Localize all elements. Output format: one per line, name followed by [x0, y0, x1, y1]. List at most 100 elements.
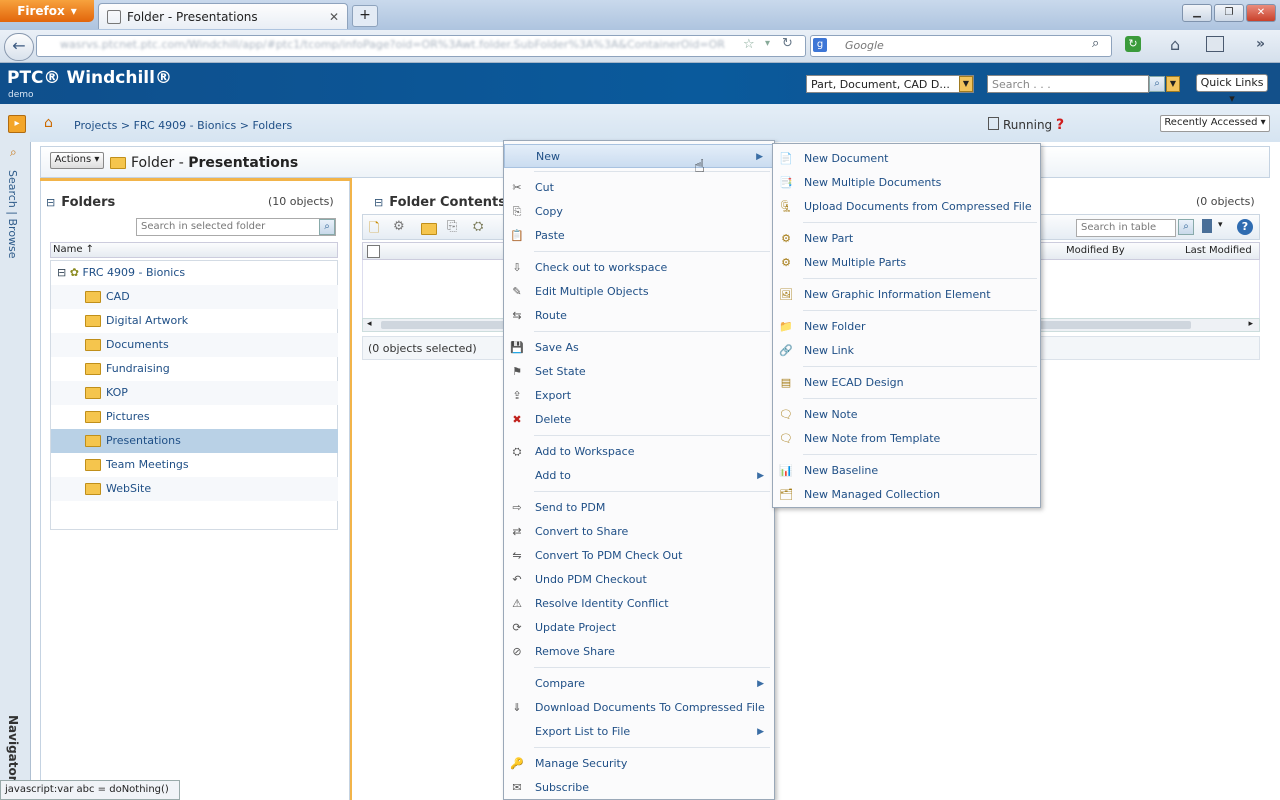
menu-item-manage-security[interactable]: 🔑 Manage Security [504, 752, 774, 776]
header-search-icon[interactable]: ⌕ [1149, 76, 1165, 92]
new-document-icon[interactable]: 🗋 [369, 219, 379, 241]
menu-item-new[interactable]: New ▶ [504, 144, 774, 168]
submenu-item-new-multiple-parts[interactable]: ⚙ New Multiple Parts [773, 251, 1040, 275]
sync-addon-icon[interactable]: ↻ [1125, 36, 1141, 52]
submenu-item-new-managed-collection[interactable]: 🗂 New Managed Collection [773, 483, 1040, 507]
close-window-button[interactable]: ✕ [1246, 4, 1276, 22]
reload-icon[interactable]: ↻ [782, 36, 793, 51]
tree-folder-item[interactable]: Fundraising [51, 357, 338, 381]
table-view-icon[interactable] [1202, 219, 1212, 233]
home-icon[interactable]: ⌂ [1170, 35, 1180, 54]
table-help-icon[interactable]: ? [1237, 219, 1253, 235]
submenu-item-new-note-from-template[interactable]: 🗨 New Note from Template [773, 427, 1040, 451]
menu-item-convert-to-share[interactable]: ⇄ Convert to Share [504, 520, 774, 544]
folder-search-icon[interactable]: ⌕ [319, 219, 335, 235]
bookmarks-icon[interactable] [1206, 36, 1224, 52]
tree-folder-item[interactable]: CAD [51, 285, 338, 309]
tree-folder-item[interactable]: Documents [51, 333, 338, 357]
actions-menu-button[interactable]: Actions ▾ [50, 152, 104, 169]
menu-item-compare[interactable]: Compare ▶ [504, 672, 774, 696]
new-tab-button[interactable]: + [352, 5, 378, 27]
copy-icon[interactable]: ⎘ [447, 219, 457, 234]
close-tab-icon[interactable]: ✕ [329, 10, 339, 24]
search-icon[interactable]: ⌕ [1092, 36, 1099, 51]
submenu-item-new-part[interactable]: ⚙ New Part [773, 227, 1040, 251]
column-modified-by[interactable]: Modified By [1066, 245, 1125, 256]
tree-folder-item[interactable]: Presentations [51, 429, 338, 453]
menu-item-route[interactable]: ⇆ Route [504, 304, 774, 328]
running-status[interactable]: Running ? [988, 117, 1064, 133]
menu-more-icon[interactable]: » [1256, 36, 1265, 52]
minimize-button[interactable]: ▁ [1182, 4, 1212, 22]
submenu-item-new-document[interactable]: 📄 New Document [773, 147, 1040, 171]
help-icon[interactable]: ? [1056, 117, 1064, 133]
menu-item-add-to[interactable]: Add to ▶ [504, 464, 774, 488]
menu-item-export-list-to-file[interactable]: Export List to File ▶ [504, 720, 774, 744]
table-view-dropdown-icon[interactable]: ▾ [1218, 220, 1223, 230]
submenu-item-new-ecad-design[interactable]: ▤ New ECAD Design [773, 371, 1040, 395]
submenu-item-new-note[interactable]: 🗨 New Note [773, 403, 1040, 427]
menu-item-remove-share[interactable]: ⊘ Remove Share [504, 640, 774, 664]
menu-item-copy[interactable]: ⎘ Copy [504, 200, 774, 224]
submenu-item-new-graphic-information-element[interactable]: 🖼 New Graphic Information Element [773, 283, 1040, 307]
breadcrumb[interactable]: Projects > FRC 4909 - Bionics > Folders [74, 119, 292, 132]
tree-column-header[interactable]: Name ↑ [50, 242, 338, 258]
firefox-menu-button[interactable]: Firefox ▾ [0, 0, 94, 22]
new-part-icon[interactable]: ⚙ [393, 219, 405, 234]
table-search-icon[interactable]: ⌕ [1178, 219, 1194, 235]
tree-folder-item[interactable]: Digital Artwork [51, 309, 338, 333]
tree-folder-item[interactable]: WebSite [51, 477, 338, 501]
scroll-right-icon[interactable]: ▸ [1248, 319, 1253, 329]
back-button[interactable]: ← [4, 33, 34, 61]
history-dropdown-icon[interactable]: ▾ [765, 38, 770, 49]
search-type-select[interactable]: Part, Document, CAD D... [806, 75, 974, 93]
folders-heading[interactable]: Folders [60, 195, 115, 210]
submenu-item-new-link[interactable]: 🔗 New Link [773, 339, 1040, 363]
submenu-item-upload-documents-from-compressed-file[interactable]: 🗜 Upload Documents from Compressed File [773, 195, 1040, 219]
menu-item-undo-pdm-checkout[interactable]: ↶ Undo PDM Checkout [504, 568, 774, 592]
menu-item-set-state[interactable]: ⚑ Set State [504, 360, 774, 384]
menu-item-export[interactable]: ⇪ Export [504, 384, 774, 408]
header-search-dropdown-icon[interactable]: ▼ [1166, 76, 1180, 92]
tree-folder-item[interactable]: Team Meetings [51, 453, 338, 477]
quick-links-menu[interactable]: Quick Links ▾ [1196, 74, 1268, 105]
new-folder-icon[interactable] [421, 222, 442, 235]
menu-item-send-to-pdm[interactable]: ⇨ Send to PDM [504, 496, 774, 520]
navigator-label[interactable]: Navigator [6, 715, 20, 782]
collapse-icon[interactable]: ⊟ [57, 266, 66, 279]
home-icon[interactable]: ⌂ [44, 115, 53, 131]
menu-item-add-to-workspace[interactable]: ⛭ Add to Workspace [504, 440, 774, 464]
select-all-checkbox[interactable] [367, 245, 380, 258]
rail-search-icon[interactable]: ⌕ [10, 145, 17, 160]
table-search-input[interactable]: Search in table [1076, 219, 1176, 237]
menu-item-update-project[interactable]: ⟳ Update Project [504, 616, 774, 640]
menu-item-resolve-identity-conflict[interactable]: ⚠ Resolve Identity Conflict [504, 592, 774, 616]
menu-item-convert-to-pdm-check-out[interactable]: ⇋ Convert To PDM Check Out [504, 544, 774, 568]
menu-item-subscribe[interactable]: ✉ Subscribe [504, 776, 774, 800]
menu-item-download-documents-to-compressed-file[interactable]: ⇓ Download Documents To Compressed File [504, 696, 774, 720]
recently-accessed-menu[interactable]: Recently Accessed ▾ [1160, 115, 1270, 132]
google-engine-icon[interactable]: g [813, 38, 827, 52]
menu-item-check-out-to-workspace[interactable]: ⇩ Check out to workspace [504, 256, 774, 280]
menu-item-edit-multiple-objects[interactable]: ✎ Edit Multiple Objects [504, 280, 774, 304]
folder-contents-heading[interactable]: Folder Contents [388, 195, 506, 210]
submenu-item-new-multiple-documents[interactable]: 📑 New Multiple Documents [773, 171, 1040, 195]
tree-root[interactable]: ⊟ ✿ FRC 4909 - Bionics [51, 261, 338, 285]
header-search-input[interactable]: Search . . . [987, 75, 1149, 93]
submenu-item-new-baseline[interactable]: 📊 New Baseline [773, 459, 1040, 483]
scroll-left-icon[interactable]: ◂ [367, 319, 372, 329]
expand-navigator-icon[interactable]: ▸ [8, 115, 26, 133]
bookmark-star-icon[interactable]: ☆ [743, 37, 755, 52]
search-type-dropdown-icon[interactable]: ▼ [959, 76, 973, 92]
folder-search-input[interactable]: Search in selected folder [136, 218, 336, 236]
menu-item-delete[interactable]: ✖ Delete [504, 408, 774, 432]
browser-tab[interactable]: Folder - Presentations ✕ [98, 3, 348, 29]
submenu-item-new-folder[interactable]: 📁 New Folder [773, 315, 1040, 339]
menu-item-save-as[interactable]: 💾 Save As [504, 336, 774, 360]
maximize-button[interactable]: ❐ [1214, 4, 1244, 22]
menu-item-paste[interactable]: 📋 Paste [504, 224, 774, 248]
search-browse-tabs[interactable]: Search | Browse [6, 170, 19, 259]
tree-folder-item[interactable]: KOP [51, 381, 338, 405]
menu-item-cut[interactable]: ✂ Cut [504, 176, 774, 200]
column-last-modified[interactable]: Last Modified [1185, 245, 1252, 256]
